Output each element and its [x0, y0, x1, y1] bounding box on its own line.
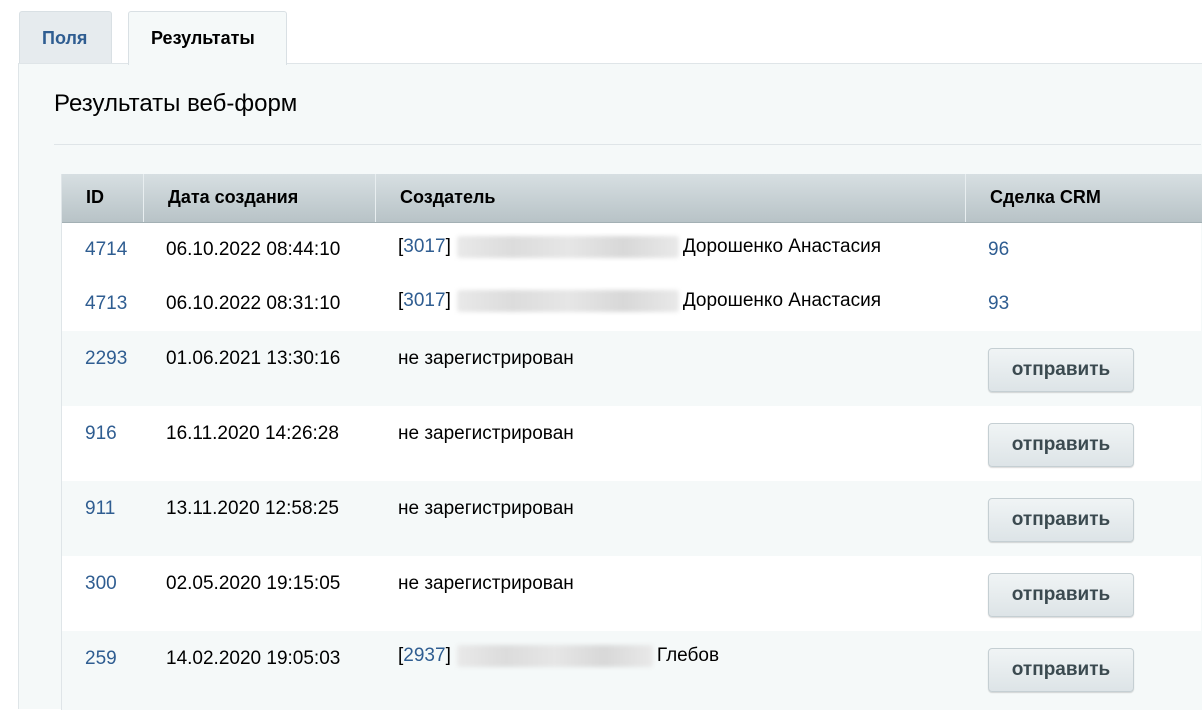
- creator-cell: [2937] Глебов: [398, 645, 720, 667]
- result-id-link[interactable]: 300: [85, 573, 117, 595]
- user-id-link[interactable]: 3017: [403, 290, 445, 311]
- creator-name: Дорошенко Анастасия: [682, 236, 881, 258]
- column-header-creator[interactable]: Создатель: [375, 174, 965, 222]
- table-row: 911 13.11.2020 12:58:25 не зарегистриров…: [62, 481, 1202, 556]
- tab-results[interactable]: Результаты: [128, 11, 287, 65]
- tab-fields[interactable]: Поля: [19, 11, 112, 64]
- result-id-link[interactable]: 911: [85, 498, 115, 520]
- creator-name: Дорошенко Анастасия: [682, 290, 881, 312]
- creator-name: Глебов: [656, 645, 720, 667]
- table-row: 4714 06.10.2022 08:44:10 [3017] Дорошенко…: [62, 223, 1202, 277]
- creator-cell: [3017] Дорошенко Анастасия: [398, 290, 881, 312]
- divider: [54, 144, 1201, 145]
- result-id-link[interactable]: 4713: [85, 293, 127, 315]
- tab-bar: Поля Результаты: [0, 0, 1202, 65]
- created-date: 16.11.2020 14:26:28: [166, 423, 339, 444]
- column-header-id[interactable]: ID: [62, 174, 143, 222]
- creator-cell: не зарегистрирован: [398, 498, 574, 519]
- redacted-email: [456, 290, 679, 312]
- redacted-email: [456, 645, 653, 667]
- send-button[interactable]: отправить: [988, 573, 1134, 617]
- send-button[interactable]: отправить: [988, 423, 1134, 467]
- crm-deal-link[interactable]: 96: [988, 239, 1009, 261]
- send-button[interactable]: отправить: [988, 498, 1134, 542]
- results-table: ID Дата создания Создатель Сделка CRM 47…: [61, 174, 1202, 710]
- table-row: 2293 01.06.2021 13:30:16 не зарегистриро…: [62, 331, 1202, 406]
- creator-cell: [3017] Дорошенко Анастасия: [398, 236, 881, 258]
- created-date: 13.11.2020 12:58:25: [166, 498, 339, 519]
- table-row: 259 14.02.2020 19:05:03 [2937] Глебов отп…: [62, 631, 1202, 710]
- created-date: 14.02.2020 19:05:03: [166, 648, 341, 669]
- send-button[interactable]: отправить: [988, 348, 1134, 392]
- created-date: 01.06.2021 13:30:16: [166, 348, 341, 369]
- table-row: 300 02.05.2020 19:15:05 не зарегистриров…: [62, 556, 1202, 631]
- results-panel: Результаты веб-форм ID Дата создания Соз…: [18, 63, 1202, 710]
- created-date: 06.10.2022 08:44:10: [166, 239, 341, 260]
- table-row: 916 16.11.2020 14:26:28 не зарегистриров…: [62, 406, 1202, 481]
- column-header-date[interactable]: Дата создания: [143, 174, 375, 222]
- table-header: ID Дата создания Создатель Сделка CRM: [62, 174, 1202, 223]
- table-row: 4713 06.10.2022 08:31:10 [3017] Дорошенко…: [62, 277, 1202, 331]
- creator-cell: не зарегистрирован: [398, 573, 574, 594]
- redacted-email: [456, 236, 679, 258]
- result-id-link[interactable]: 259: [85, 648, 117, 670]
- page-title: Результаты веб-форм: [54, 90, 298, 117]
- creator-cell: не зарегистрирован: [398, 348, 574, 369]
- crm-deal-link[interactable]: 93: [988, 293, 1009, 315]
- result-id-link[interactable]: 4714: [85, 239, 127, 261]
- user-id-link[interactable]: 2937: [403, 645, 445, 666]
- result-id-link[interactable]: 916: [85, 423, 117, 445]
- send-button[interactable]: отправить: [988, 648, 1134, 692]
- creator-cell: не зарегистрирован: [398, 423, 574, 444]
- created-date: 06.10.2022 08:31:10: [166, 293, 341, 314]
- created-date: 02.05.2020 19:15:05: [166, 573, 341, 594]
- column-header-crm-deal[interactable]: Сделка CRM: [965, 174, 1202, 222]
- result-id-link[interactable]: 2293: [85, 348, 127, 370]
- user-id-link[interactable]: 3017: [403, 236, 445, 257]
